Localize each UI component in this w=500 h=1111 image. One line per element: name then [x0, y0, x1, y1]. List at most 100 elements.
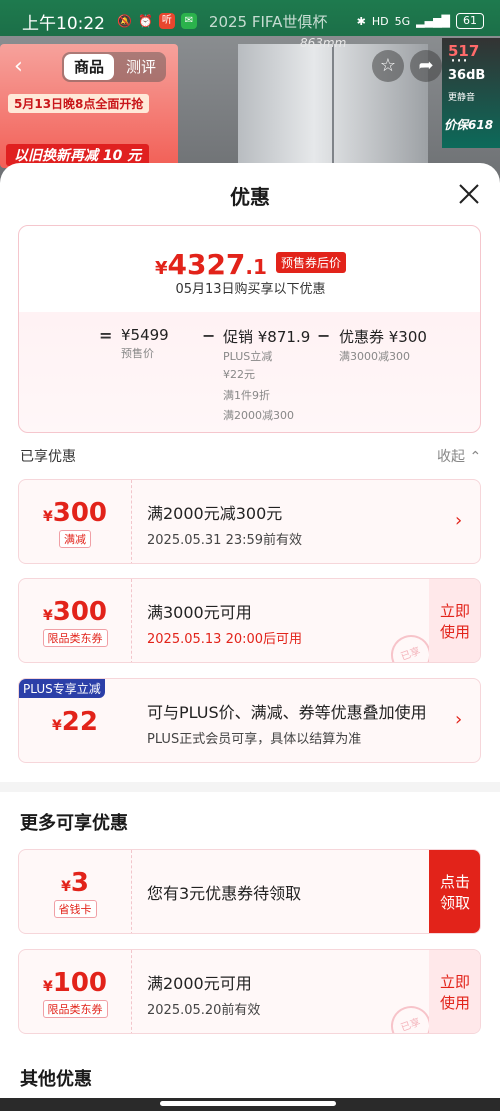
promo-value: 促销 ¥871.9 — [223, 328, 311, 346]
home-indicator[interactable] — [0, 1098, 500, 1111]
action-line-1: 立即 — [439, 602, 470, 620]
minus-sign: − — [317, 326, 331, 345]
status-bar: 上午10:22 🔕 ⏰ 听 ✉ 2025 FIFA世俱杯 ✱ HD 5G ▂▄▆… — [0, 0, 500, 42]
chevron-right-icon[interactable]: › — [455, 510, 462, 531]
coupon-value: 优惠券 ¥300 — [339, 328, 427, 346]
coupon-amount-area: ¥100 限品类东券 — [19, 950, 131, 1033]
side-promo-4: 价保618 — [444, 118, 494, 132]
coupon-amount: ¥22 — [52, 707, 98, 737]
final-price: ¥4327.1 — [155, 248, 267, 281]
more-icon[interactable]: ⋯ — [450, 50, 468, 71]
section-gap — [0, 782, 500, 792]
close-icon[interactable] — [454, 179, 484, 209]
more-coupon-card[interactable]: ¥100 限品类东券 满2000元可用 2025.05.20前有效 已享 立即 … — [18, 949, 481, 1034]
coupon-amount-area: ¥300 限品类东券 — [19, 579, 131, 662]
collapse-label: 收起 — [437, 449, 465, 465]
summary-subtitle: 05月13日购买享以下优惠 — [175, 282, 326, 297]
more-coupon-card[interactable]: ¥3 省钱卡 您有3元优惠券待领取 点击 领取 — [18, 849, 481, 934]
coupon-subtitle: 2025.05.31 23:59前有效 — [147, 533, 303, 548]
coupon-title: 满3000元可用 — [147, 603, 252, 622]
use-now-button[interactable]: 立即 使用 — [429, 579, 480, 662]
promo-detail-4: 满2000减300 — [223, 409, 294, 422]
final-price-row: ¥4327.1 预售券后价 — [19, 248, 480, 281]
action-line-2: 领取 — [439, 894, 470, 912]
tab-review[interactable]: 测评 — [116, 52, 166, 82]
share-icon[interactable]: ➦ — [410, 50, 442, 82]
status-time: 上午10:22 — [22, 13, 105, 34]
coupon-info: 您有3元优惠券待领取 — [147, 880, 301, 904]
alarm-icon: ⏰ — [137, 14, 153, 28]
promo-detail-2: ¥22元 — [223, 368, 255, 381]
coupon-title: 满2000元减300元 — [147, 504, 283, 523]
enjoyed-coupon-card[interactable]: ¥300 满减 满2000元减300元 2025.05.31 23:59前有效 … — [18, 479, 481, 564]
coupon-amount-value: 22 — [61, 707, 98, 737]
presale-label: 预售价 — [121, 347, 154, 360]
chevron-right-icon[interactable]: › — [455, 709, 462, 730]
price-tag: 预售券后价 — [276, 252, 347, 273]
coupon-info: 满2000元减300元 2025.05.31 23:59前有效 — [147, 500, 302, 548]
signal-icon: ▂▄▆█ — [416, 14, 450, 28]
presale-item: ¥5499 预售价 — [121, 326, 169, 362]
wechat-icon: ✉ — [180, 13, 197, 29]
use-now-button[interactable]: 立即 使用 — [429, 950, 480, 1033]
coupon-badge: 满减 — [59, 530, 91, 548]
action-line-2: 使用 — [439, 994, 470, 1012]
coupon-badge: 限品类东券 — [42, 629, 108, 647]
top-navigation: ‹ 商品 测评 ☆ ➦ ⋯ — [0, 50, 500, 84]
favorite-icon[interactable]: ☆ — [372, 50, 404, 82]
banner-promo-date: 5月13日晚8点全面开抢 — [8, 94, 150, 113]
coupon-badge: 限品类东券 — [42, 1000, 108, 1018]
coupon-subtitle: 2025.05.20前有效 — [147, 1003, 261, 1018]
action-line-1: 点击 — [439, 873, 470, 891]
plus-discount-card[interactable]: PLUS专享立减 ¥22 可与PLUS价、满减、券等优惠叠加使用 PLUS正式会… — [18, 678, 481, 763]
card-divider — [131, 850, 132, 933]
promo-detail-3: 满1件9折 — [223, 389, 270, 402]
coupon-info: 满2000元可用 2025.05.20前有效 — [147, 970, 260, 1018]
sheet-title: 优惠 — [230, 185, 270, 209]
claim-button[interactable]: 点击 领取 — [429, 850, 480, 933]
coupon-badge: 省钱卡 — [53, 900, 97, 918]
coupon-item: 优惠券 ¥300 满3000减300 — [339, 326, 427, 365]
coupon-info: 可与PLUS价、满减、券等优惠叠加使用 PLUS正式会员可享，具体以结算为准 — [147, 699, 427, 747]
coupon-amount-value: 300 — [52, 597, 108, 627]
app-notification-icon: 听 — [158, 13, 175, 29]
back-icon[interactable]: ‹ — [14, 54, 23, 79]
coupon-amount: ¥3 — [61, 868, 89, 898]
price-decimal: .1 — [245, 255, 267, 279]
card-divider — [131, 480, 132, 563]
coupon-subtitle: 2025.05.13 20:00后可用 — [147, 632, 303, 647]
more-discounts-title: 更多可享优惠 — [20, 813, 128, 834]
promo-item: 促销 ¥871.9 PLUS立减 ¥22元 满1件9折 满2000减300 — [223, 326, 310, 423]
enjoyed-header: 已享优惠 — [20, 449, 76, 465]
coupon-amount-value: 300 — [52, 498, 108, 528]
presale-value: ¥5499 — [121, 326, 169, 344]
minus-sign: − — [202, 326, 216, 345]
coupon-subtitle: PLUS正式会员可享，具体以结算为准 — [147, 732, 362, 747]
tab-product[interactable]: 商品 — [64, 54, 115, 80]
top-tabs: 商品 测评 — [62, 52, 167, 82]
other-discounts-title: 其他优惠 — [20, 1069, 92, 1090]
coupon-amount-value: 3 — [70, 868, 89, 898]
enjoyed-coupon-card[interactable]: ¥300 限品类东券 满3000元可用 2025.05.13 20:00后可用 … — [18, 578, 481, 663]
coupon-amount-area: ¥300 满减 — [19, 480, 131, 563]
collapse-button[interactable]: 收起 ⌃ — [437, 446, 481, 466]
discount-sheet: 优惠 ¥4327.1 预售券后价 05月13日购买享以下优惠 = ¥5499 预… — [0, 163, 500, 1111]
coupon-detail: 满3000减300 — [339, 350, 410, 363]
chevron-up-icon: ⌃ — [469, 449, 482, 465]
coupon-title: 您有3元优惠券待领取 — [147, 884, 302, 903]
status-ad-text: 2025 FIFA世俱杯 — [208, 12, 328, 31]
mute-icon: 🔕 — [117, 14, 132, 28]
hd-icon: HD — [371, 14, 389, 28]
card-divider — [131, 950, 132, 1033]
status-right: ✱ HD 5G ▂▄▆█ 61 — [357, 13, 484, 29]
promo-detail-1: PLUS立减 — [223, 350, 273, 363]
bluetooth-icon: ✱ — [356, 14, 366, 28]
card-divider — [131, 579, 132, 662]
action-line-1: 立即 — [439, 973, 470, 991]
currency-symbol: ¥ — [154, 258, 168, 279]
action-line-2: 使用 — [439, 623, 470, 641]
coupon-amount: ¥100 — [42, 968, 108, 998]
coupon-title: 满2000元可用 — [147, 974, 252, 993]
coupon-amount-value: 100 — [52, 968, 108, 998]
coupon-amount: ¥300 — [42, 498, 108, 528]
